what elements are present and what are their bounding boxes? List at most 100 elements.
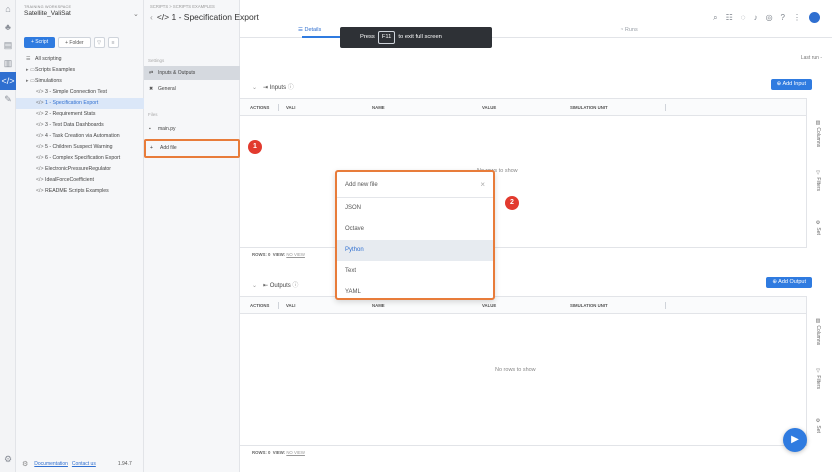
close-icon[interactable]: × [480, 172, 485, 198]
tree-item-scripts-examples[interactable]: ▸ ▭Scripts Examples [16, 65, 144, 76]
chat-icon[interactable]: ◌ [741, 13, 746, 22]
tree-item-script[interactable]: </>4 - Task Creation via Automation [16, 131, 144, 142]
side-label: Set [815, 227, 821, 235]
bell-icon[interactable]: ♪ [754, 13, 758, 22]
tree-item-label: 4 - Task Creation via Automation [45, 133, 120, 139]
chevron-down-icon[interactable]: ⌄ [252, 85, 257, 91]
settings-toggle[interactable]: ⚙ Set [815, 418, 821, 433]
tree-item-script-selected[interactable]: </>1 - Specification Export [16, 98, 144, 109]
settings-item-label: Inputs & Outputs [158, 70, 196, 76]
column-header[interactable]: SIMULATION UNIT [570, 303, 608, 308]
file-main-py[interactable]: ▪ main.py [144, 122, 240, 136]
filter-icon[interactable]: ▽ [93, 37, 105, 48]
contact-link[interactable]: Contact us [72, 461, 96, 467]
clipboard-icon[interactable]: ▤ [0, 36, 16, 54]
dropdown-option-text[interactable]: Text [337, 261, 493, 282]
home-icon[interactable]: ⌂ [0, 0, 16, 18]
columns-toggle[interactable]: ▥ Columns [815, 120, 821, 147]
view-selector[interactable]: NO VIEW [286, 252, 305, 257]
pencil-icon[interactable]: ✎ [0, 90, 16, 108]
chevron-down-icon[interactable]: ⌄ [133, 10, 139, 18]
filter-list-icon[interactable]: ☷ [726, 13, 733, 22]
column-header[interactable]: ACTIONS [250, 105, 269, 110]
tree-item-script[interactable]: </>2 - Requirement Stats [16, 109, 144, 120]
column-separator[interactable] [665, 302, 666, 309]
project-footer: ⚙ Documentation Contact us 1.94.7 [22, 460, 132, 468]
inputs-icon: ⇥ [263, 85, 270, 91]
back-icon[interactable]: ‹ [150, 12, 153, 22]
tree-item-script[interactable]: </>ElectronicPressureRegulator [16, 164, 144, 175]
code-icon: </> [36, 177, 44, 183]
help-icon[interactable]: ⓘ [291, 283, 298, 289]
add-file-button[interactable]: + Add file [144, 139, 240, 158]
column-header[interactable]: VALUE [482, 105, 496, 110]
column-header[interactable]: ACTIONS [250, 303, 269, 308]
column-separator[interactable] [278, 104, 279, 111]
tree-item-script[interactable]: </>6 - Complex Specification Export [16, 153, 144, 164]
gear-icon[interactable]: ⚙ [0, 450, 16, 468]
settings-general[interactable]: ✖ General [144, 82, 240, 96]
view-selector[interactable]: NO VIEW [286, 450, 305, 455]
column-header[interactable]: NAME [372, 105, 385, 110]
tree-item-script[interactable]: </>5 - Children Suspect Warning [16, 142, 144, 153]
code-icon: </> [36, 111, 44, 117]
side-label: Columns [815, 127, 821, 148]
settings-toggle[interactable]: ⚙ Set [815, 220, 821, 235]
gear-icon[interactable]: ⚙ [22, 460, 28, 468]
columns-toggle[interactable]: ▥ Columns [815, 318, 821, 345]
avatar[interactable] [809, 12, 820, 23]
documentation-link[interactable]: Documentation [34, 461, 68, 467]
outputs-grid-header: ACTIONS VALI NAME VALUE SIMULATION UNIT [240, 296, 806, 314]
tree-item-all-scripting[interactable]: ☰ All scripting [16, 54, 144, 65]
inputs-header[interactable]: ⌄ ⇥ Inputs ⓘ [252, 82, 294, 91]
tree-item-label: ElectronicPressureRegulator [45, 166, 112, 172]
tab-runs[interactable]: ◔ Runs [620, 27, 638, 33]
filters-toggle[interactable]: ▽ Filters [815, 368, 821, 389]
add-folder-button[interactable]: + Folder [58, 37, 91, 48]
code-icon[interactable]: </> [0, 72, 16, 90]
tree-item-script[interactable]: </>3 - Test Data Dashboards [16, 120, 144, 131]
filters-toggle[interactable]: ▽ Filters [815, 170, 821, 191]
search-icon[interactable]: ⌕ [713, 13, 717, 23]
chevron-down-icon[interactable]: ⌄ [252, 283, 257, 289]
dropdown-option-python[interactable]: Python [337, 240, 493, 261]
tab-label: Details [304, 27, 322, 33]
tree-item-script[interactable]: </>IdealForceCoefficient [16, 175, 144, 186]
outputs-header[interactable]: ⌄ ⇤ Outputs ⓘ [252, 280, 298, 289]
chart-icon[interactable]: ▥ [0, 54, 16, 72]
column-header[interactable]: NAME [372, 303, 385, 308]
settings-inputs-outputs[interactable]: ⇄ Inputs & Outputs [144, 66, 240, 80]
outputs-no-rows: No rows to show [495, 367, 536, 373]
column-header[interactable]: SIMULATION UNIT [570, 105, 608, 110]
dropdown-option-json[interactable]: JSON [337, 198, 493, 219]
dropdown-option-octave[interactable]: Octave [337, 219, 493, 240]
dropdown-search-input[interactable]: Add new file × [337, 172, 493, 198]
breadcrumb[interactable]: SCRIPTS > SCRIPTS EXAMPLES [150, 4, 215, 9]
column-header[interactable]: VALUE [482, 303, 496, 308]
tree-item-script[interactable]: </>README Scripts Examples [16, 186, 144, 197]
add-script-button[interactable]: + Script [24, 37, 56, 48]
hierarchy-icon[interactable]: ♣ [0, 18, 16, 36]
help-icon[interactable]: ? [781, 13, 785, 22]
more-icon[interactable]: ⋮ [793, 13, 801, 22]
tree-item-simulations[interactable]: ▸ ▭Simulations [16, 76, 144, 87]
column-separator[interactable] [665, 104, 666, 111]
run-button[interactable]: ▶ [783, 428, 807, 452]
add-output-button[interactable]: ⊕ Add Output [766, 277, 812, 288]
workspace-selector[interactable]: TRAINING WORKSPACE Satellite_ValiSat [24, 5, 71, 17]
settings-heading: Settings [148, 58, 165, 63]
settings-circle-icon[interactable]: ◎ [766, 13, 773, 22]
add-input-button[interactable]: ⊕ Add Input [770, 79, 812, 90]
help-icon[interactable]: ⓘ [286, 85, 294, 91]
tree-item-label: Scripts Examples [35, 67, 76, 73]
tab-label: Runs [624, 27, 638, 33]
column-header[interactable]: VALI [286, 303, 295, 308]
dropdown-option-yaml[interactable]: YAML [337, 282, 493, 303]
column-header[interactable]: VALI [286, 105, 295, 110]
tab-details[interactable]: ☰ Details [298, 27, 321, 33]
view-label: VIEW: [272, 252, 286, 257]
collapse-icon[interactable]: ≡ [107, 37, 119, 48]
tree-item-label: 3 - Simple Connection Test [45, 89, 107, 95]
column-separator[interactable] [278, 302, 279, 309]
tree-item-script[interactable]: </>3 - Simple Connection Test [16, 87, 144, 98]
